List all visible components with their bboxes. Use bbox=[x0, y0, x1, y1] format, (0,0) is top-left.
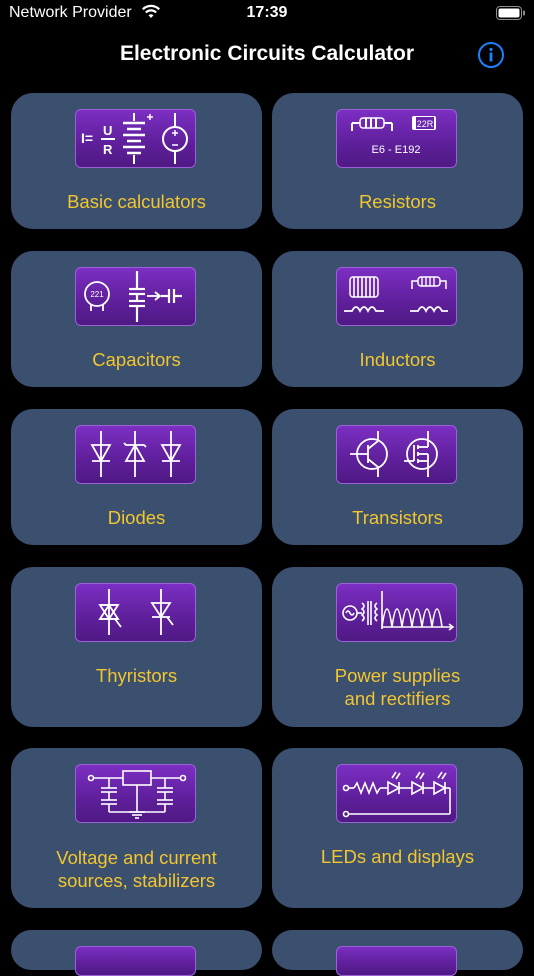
tile-label: Transistors bbox=[352, 507, 443, 528]
clock: 17:39 bbox=[246, 4, 288, 21]
power-supplies-icon bbox=[336, 583, 457, 642]
tile-capacitors[interactable]: 221 Capacitors bbox=[11, 251, 262, 387]
diodes-icon bbox=[75, 425, 196, 484]
resistors-icon: 22R E6 - E192 bbox=[336, 109, 457, 168]
svg-text:221: 221 bbox=[90, 290, 104, 299]
tile-inductors[interactable]: Inductors bbox=[272, 251, 523, 387]
tile-leds-displays[interactable]: LEDs and displays bbox=[272, 748, 523, 908]
svg-text:I=: I= bbox=[81, 130, 93, 146]
tile-label-line1: Power supplies bbox=[334, 665, 461, 686]
tile-label-line1: Voltage and current bbox=[56, 847, 217, 868]
tile-thyristors[interactable]: Thyristors bbox=[11, 567, 262, 727]
status-bar: Network Provider 17:39 bbox=[0, 0, 534, 28]
tile-label: LEDs and displays bbox=[320, 846, 475, 867]
svg-text:R: R bbox=[103, 142, 113, 157]
battery-icon bbox=[496, 6, 526, 26]
tile-next-left[interactable] bbox=[11, 930, 262, 976]
svg-text:22R: 22R bbox=[417, 119, 434, 129]
next-right-icon bbox=[336, 946, 457, 976]
tile-label: Thyristors bbox=[95, 665, 178, 686]
tile-label: Capacitors bbox=[92, 349, 181, 370]
voltage-sources-icon bbox=[75, 764, 196, 823]
capacitors-icon: 221 bbox=[75, 267, 196, 326]
tile-resistors[interactable]: 22R E6 - E192 Resistors bbox=[272, 93, 523, 229]
tile-label-line2: sources, stabilizers bbox=[57, 870, 216, 891]
tile-transistors[interactable]: Transistors bbox=[272, 409, 523, 545]
inductors-icon bbox=[336, 267, 457, 326]
tile-label: Basic calculators bbox=[67, 191, 206, 212]
tile-voltage-sources[interactable]: Voltage and current sources, stabilizers bbox=[11, 748, 262, 908]
tile-basic-calculators[interactable]: I= U R Basic calculators bbox=[11, 93, 262, 229]
tile-label-line2: and rectifiers bbox=[344, 688, 451, 709]
leds-displays-icon bbox=[336, 764, 457, 823]
svg-text:U: U bbox=[103, 123, 112, 138]
tile-label: Resistors bbox=[358, 191, 437, 212]
svg-text:E6 - E192: E6 - E192 bbox=[372, 144, 421, 156]
next-left-icon bbox=[75, 946, 196, 976]
tile-diodes[interactable]: Diodes bbox=[11, 409, 262, 545]
transistors-icon bbox=[336, 425, 457, 484]
tile-label: Diodes bbox=[107, 507, 166, 528]
info-icon bbox=[478, 42, 504, 68]
info-button[interactable] bbox=[477, 41, 505, 74]
basic-calculators-icon: I= U R bbox=[75, 109, 196, 168]
thyristors-icon bbox=[75, 583, 196, 642]
tile-label: Inductors bbox=[359, 349, 436, 370]
page-title: Electronic Circuits Calculator bbox=[119, 42, 415, 65]
tile-power-supplies[interactable]: Power supplies and rectifiers bbox=[272, 567, 523, 727]
tile-next-right[interactable] bbox=[272, 930, 523, 976]
